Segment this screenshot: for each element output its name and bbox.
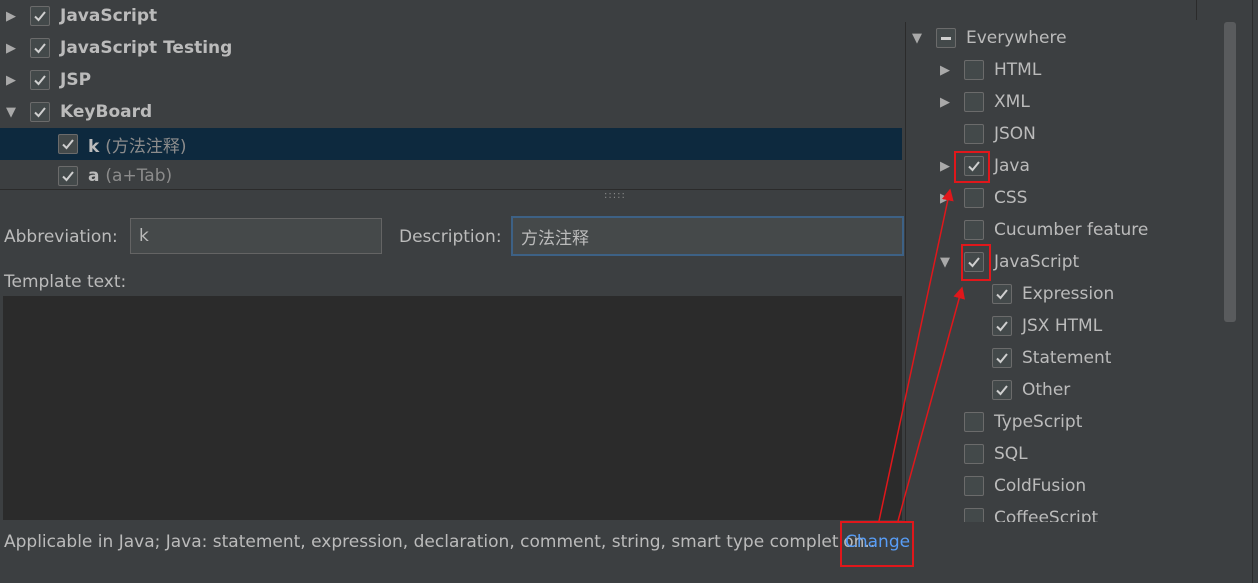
annotation-arrow-javascript xyxy=(897,286,966,522)
annotation-arrow-java xyxy=(878,188,954,522)
annotation-arrows xyxy=(878,188,966,522)
